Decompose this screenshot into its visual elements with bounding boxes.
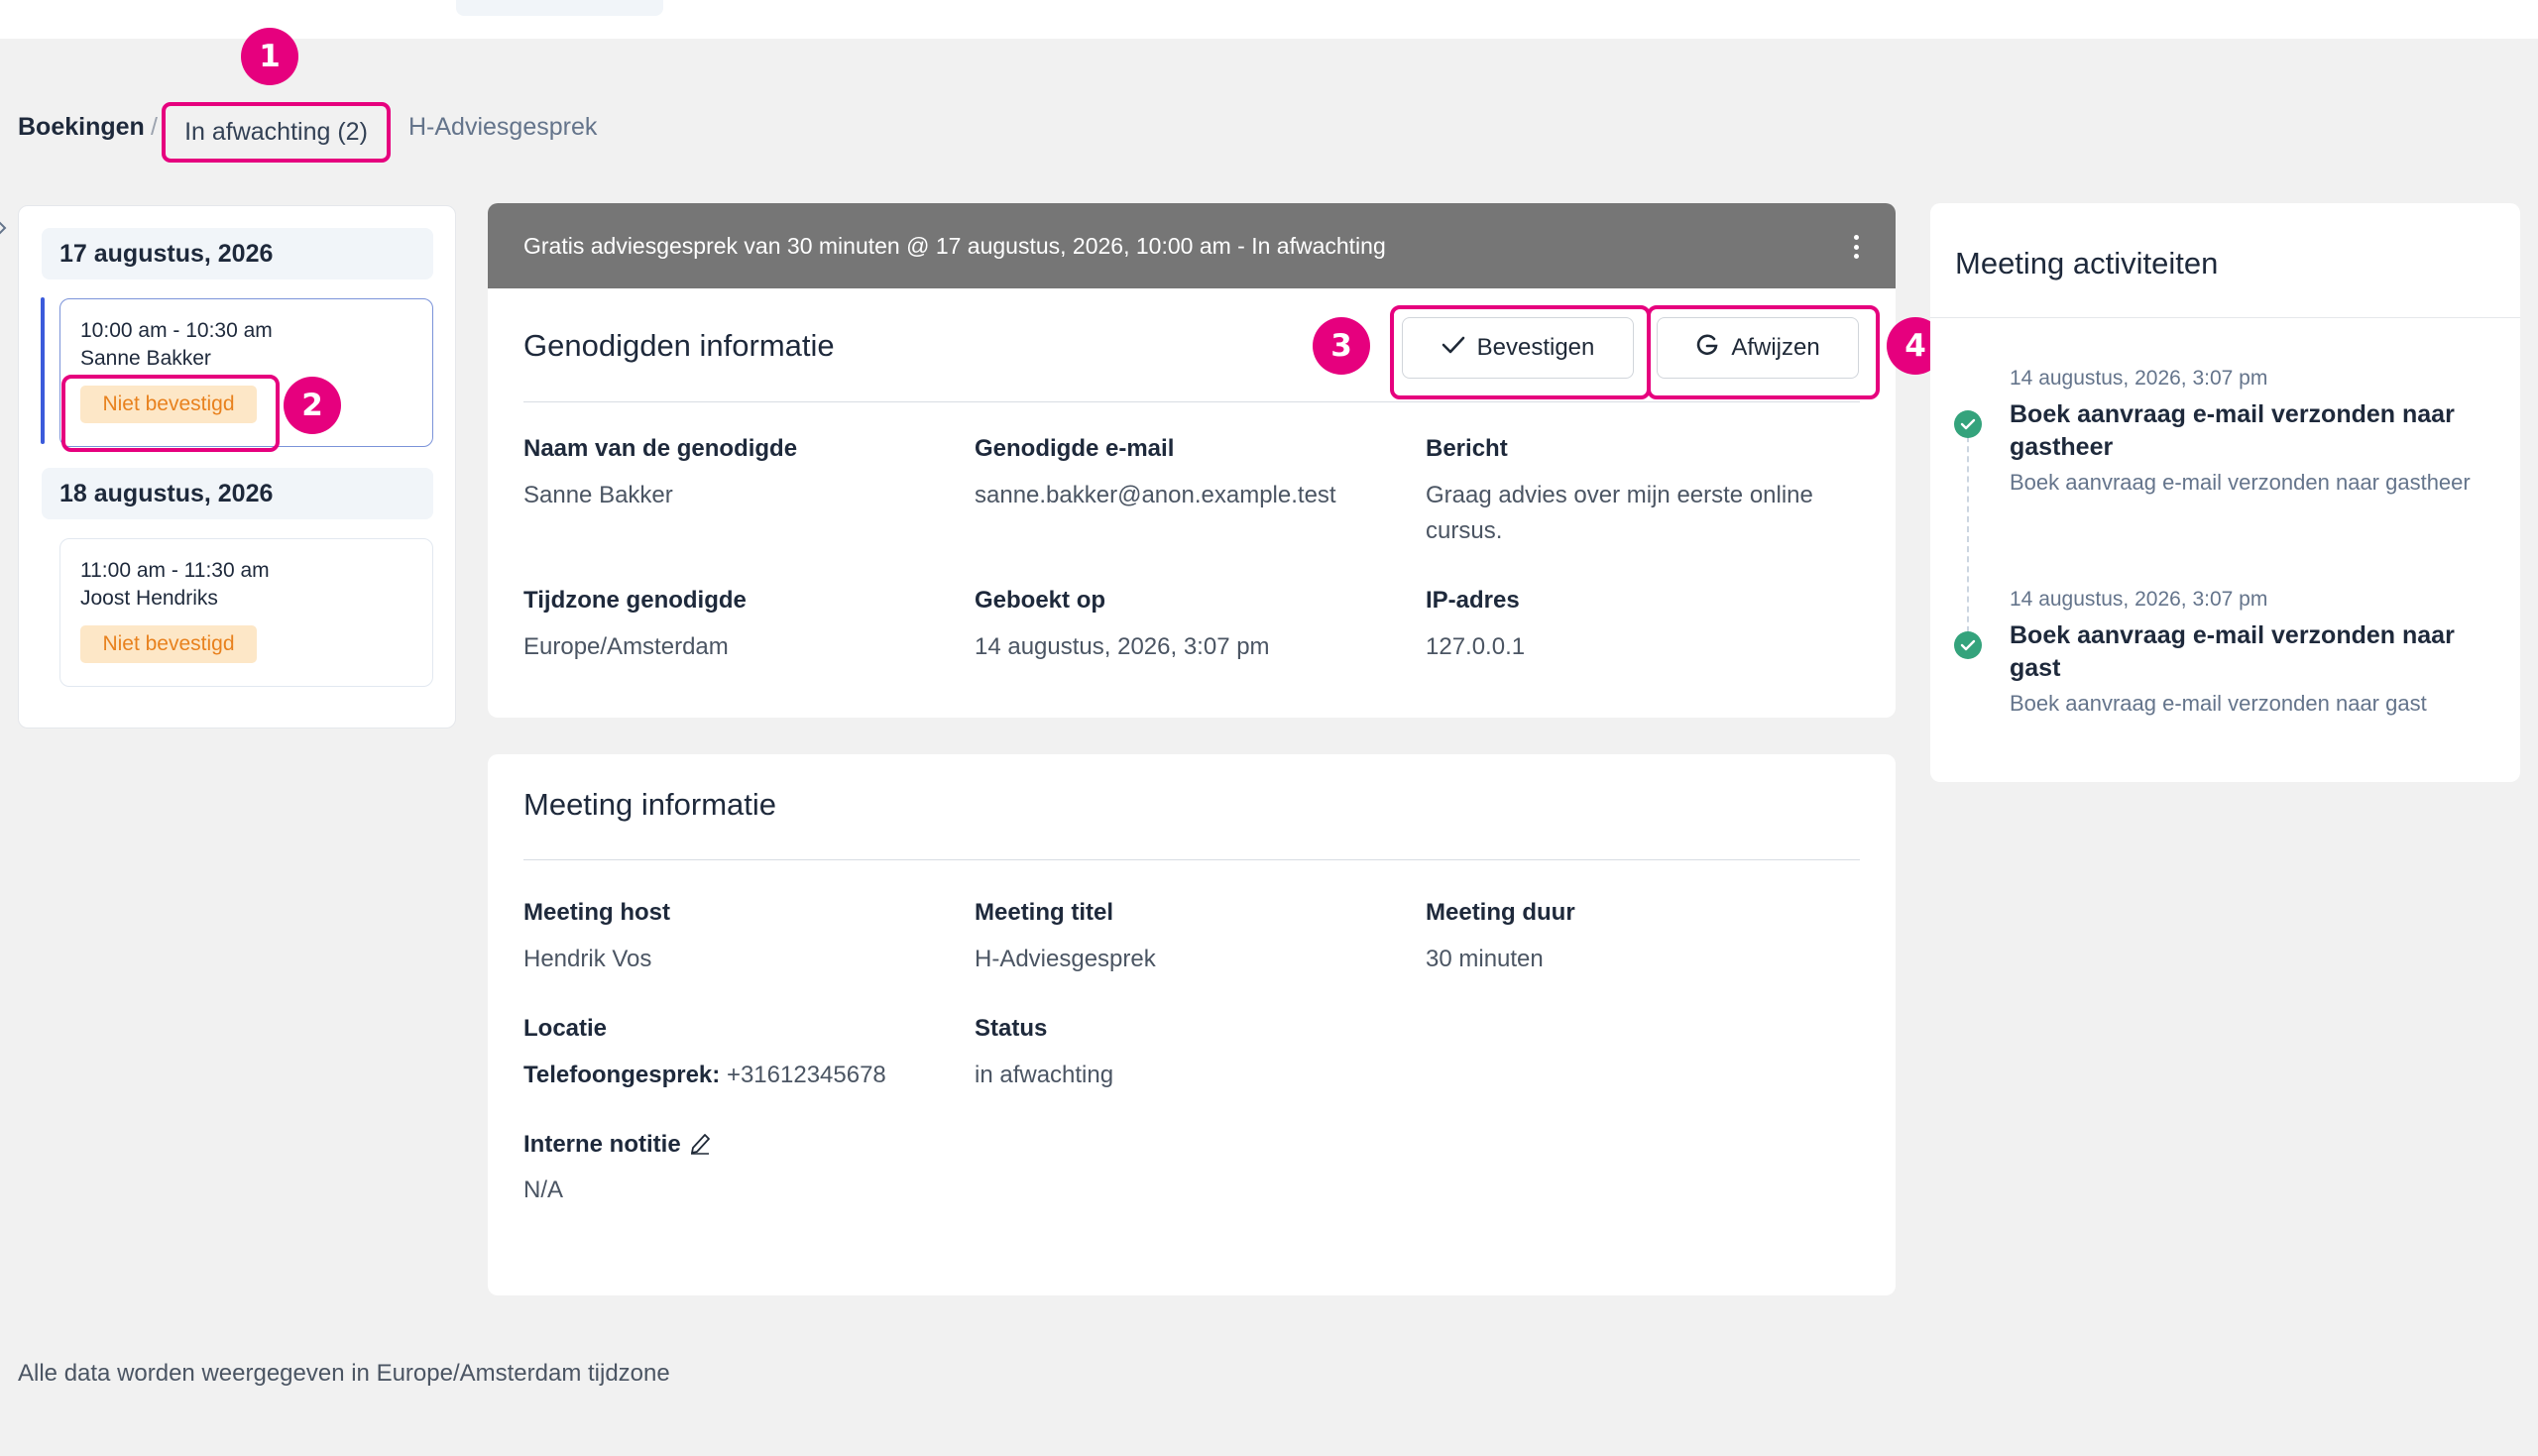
field-value-guest-name: Sanne Bakker bbox=[523, 482, 673, 508]
field-value-guest-email: sanne.bakker@anon.example.test bbox=[975, 482, 1336, 508]
slot-guest-name: Sanne Bakker bbox=[80, 347, 211, 370]
timeline-line bbox=[1967, 426, 1969, 642]
location-phone: +31612345678 bbox=[726, 1062, 886, 1088]
field-value-meeting-duration: 30 minuten bbox=[1426, 946, 1544, 972]
field-value-location: Telefoongesprek: +31612345678 bbox=[523, 1058, 886, 1093]
status-badge: Niet bevestigd bbox=[80, 625, 257, 663]
field-value-internal-note: N/A bbox=[523, 1176, 564, 1203]
activity-description: Boek aanvraag e-mail verzonden naar gast… bbox=[2010, 470, 2471, 495]
field-value-meeting-title: H-Adviesgesprek bbox=[975, 946, 1156, 972]
activity-title: Boek aanvraag e-mail verzonden naar gast… bbox=[2010, 400, 2455, 461]
timezone-footer-note: Alle data worden weergegeven in Europe/A… bbox=[18, 1360, 670, 1387]
field-label-meeting-duration: Meeting duur bbox=[1426, 899, 1575, 926]
edit-note-icon[interactable] bbox=[688, 1129, 712, 1160]
slot-time: 10:00 am - 10:30 am bbox=[80, 319, 273, 342]
callout-marker-1: 1 bbox=[241, 28, 298, 85]
field-label-guest-timezone: Tijdzone genodigde bbox=[523, 587, 747, 614]
field-label-message: Bericht bbox=[1426, 435, 1508, 462]
date-group-header: 17 augustus, 2026 bbox=[42, 228, 433, 280]
top-bar bbox=[0, 0, 2538, 39]
section-divider bbox=[523, 401, 1860, 402]
field-value-message: Graag advies over mijn eerste online cur… bbox=[1426, 482, 1813, 544]
check-circle-icon bbox=[1954, 631, 1982, 659]
field-label-ip-address: IP-adres bbox=[1426, 587, 1520, 614]
field-label-guest-name: Naam van de genodigde bbox=[523, 435, 798, 462]
guest-section-title: Genodigden informatie bbox=[523, 328, 835, 363]
breadcrumb-current: H-Adviesgesprek bbox=[408, 113, 598, 141]
field-value-ip-address: 127.0.0.1 bbox=[1426, 633, 1526, 660]
activity-title: Boek aanvraag e-mail verzonden naar gast bbox=[2010, 621, 2455, 682]
field-label-meeting-title: Meeting titel bbox=[975, 899, 1114, 926]
slot-guest-name: Joost Hendriks bbox=[80, 587, 218, 610]
field-label-meeting-host: Meeting host bbox=[523, 899, 670, 926]
field-label-location: Locatie bbox=[523, 1015, 608, 1042]
booking-header: Gratis adviesgesprek van 30 minuten @ 17… bbox=[488, 203, 1896, 288]
active-slot-indicator bbox=[41, 297, 45, 444]
highlight-frame-confirm bbox=[1390, 305, 1651, 399]
more-options-icon[interactable] bbox=[1852, 235, 1860, 259]
booking-list: 17 augustus, 2026 10:00 am - 10:30 am Sa… bbox=[18, 205, 456, 728]
meeting-section-title: Meeting informatie bbox=[523, 787, 777, 822]
activity-time: 14 augustus, 2026, 3:07 pm bbox=[2010, 367, 2268, 390]
booking-header-title: Gratis adviesgesprek van 30 minuten @ 17… bbox=[523, 232, 1386, 259]
top-tab-stub[interactable] bbox=[456, 0, 663, 16]
field-label-status: Status bbox=[975, 1015, 1048, 1042]
section-divider bbox=[523, 859, 1860, 860]
field-value-meeting-host: Hendrik Vos bbox=[523, 946, 652, 972]
activities-panel: Meeting activiteiten 14 augustus, 2026, … bbox=[1930, 203, 2520, 782]
collapse-sidebar-icon[interactable] bbox=[0, 218, 15, 258]
activity-description: Boek aanvraag e-mail verzonden naar gast bbox=[2010, 691, 2427, 716]
meeting-info-card: Meeting informatie Meeting host Hendrik … bbox=[488, 754, 1896, 1295]
breadcrumb-pending[interactable]: In afwachting (2) bbox=[162, 102, 391, 163]
field-label-guest-email: Genodigde e-mail bbox=[975, 435, 1175, 462]
highlight-frame-status-badge bbox=[61, 375, 280, 452]
guest-info-card: Gratis adviesgesprek van 30 minuten @ 17… bbox=[488, 203, 1896, 718]
activities-title: Meeting activiteiten bbox=[1955, 246, 2219, 280]
slot-time: 11:00 am - 11:30 am bbox=[80, 559, 270, 582]
field-label-internal-note: Interne notitie bbox=[523, 1131, 681, 1158]
field-value-guest-timezone: Europe/Amsterdam bbox=[523, 633, 729, 660]
breadcrumb-pending-label[interactable]: In afwachting (2) bbox=[184, 118, 368, 147]
breadcrumb-separator: / bbox=[151, 113, 158, 141]
activities-divider bbox=[1930, 317, 2520, 318]
activity-time: 14 augustus, 2026, 3:07 pm bbox=[2010, 588, 2268, 611]
callout-marker-2: 2 bbox=[284, 377, 341, 434]
callout-marker-3: 3 bbox=[1313, 317, 1370, 375]
field-label-booked-on: Geboekt op bbox=[975, 587, 1106, 614]
location-type: Telefoongesprek: bbox=[523, 1062, 721, 1088]
field-value-status: in afwachting bbox=[975, 1062, 1114, 1088]
field-value-booked-on: 14 augustus, 2026, 3:07 pm bbox=[975, 633, 1270, 660]
booking-slot[interactable]: 11:00 am - 11:30 am Joost Hendriks Niet … bbox=[59, 538, 433, 687]
highlight-frame-reject bbox=[1647, 305, 1880, 399]
date-group-header: 18 augustus, 2026 bbox=[42, 468, 433, 519]
check-circle-icon bbox=[1954, 410, 1982, 438]
breadcrumb-root[interactable]: Boekingen bbox=[18, 113, 145, 142]
